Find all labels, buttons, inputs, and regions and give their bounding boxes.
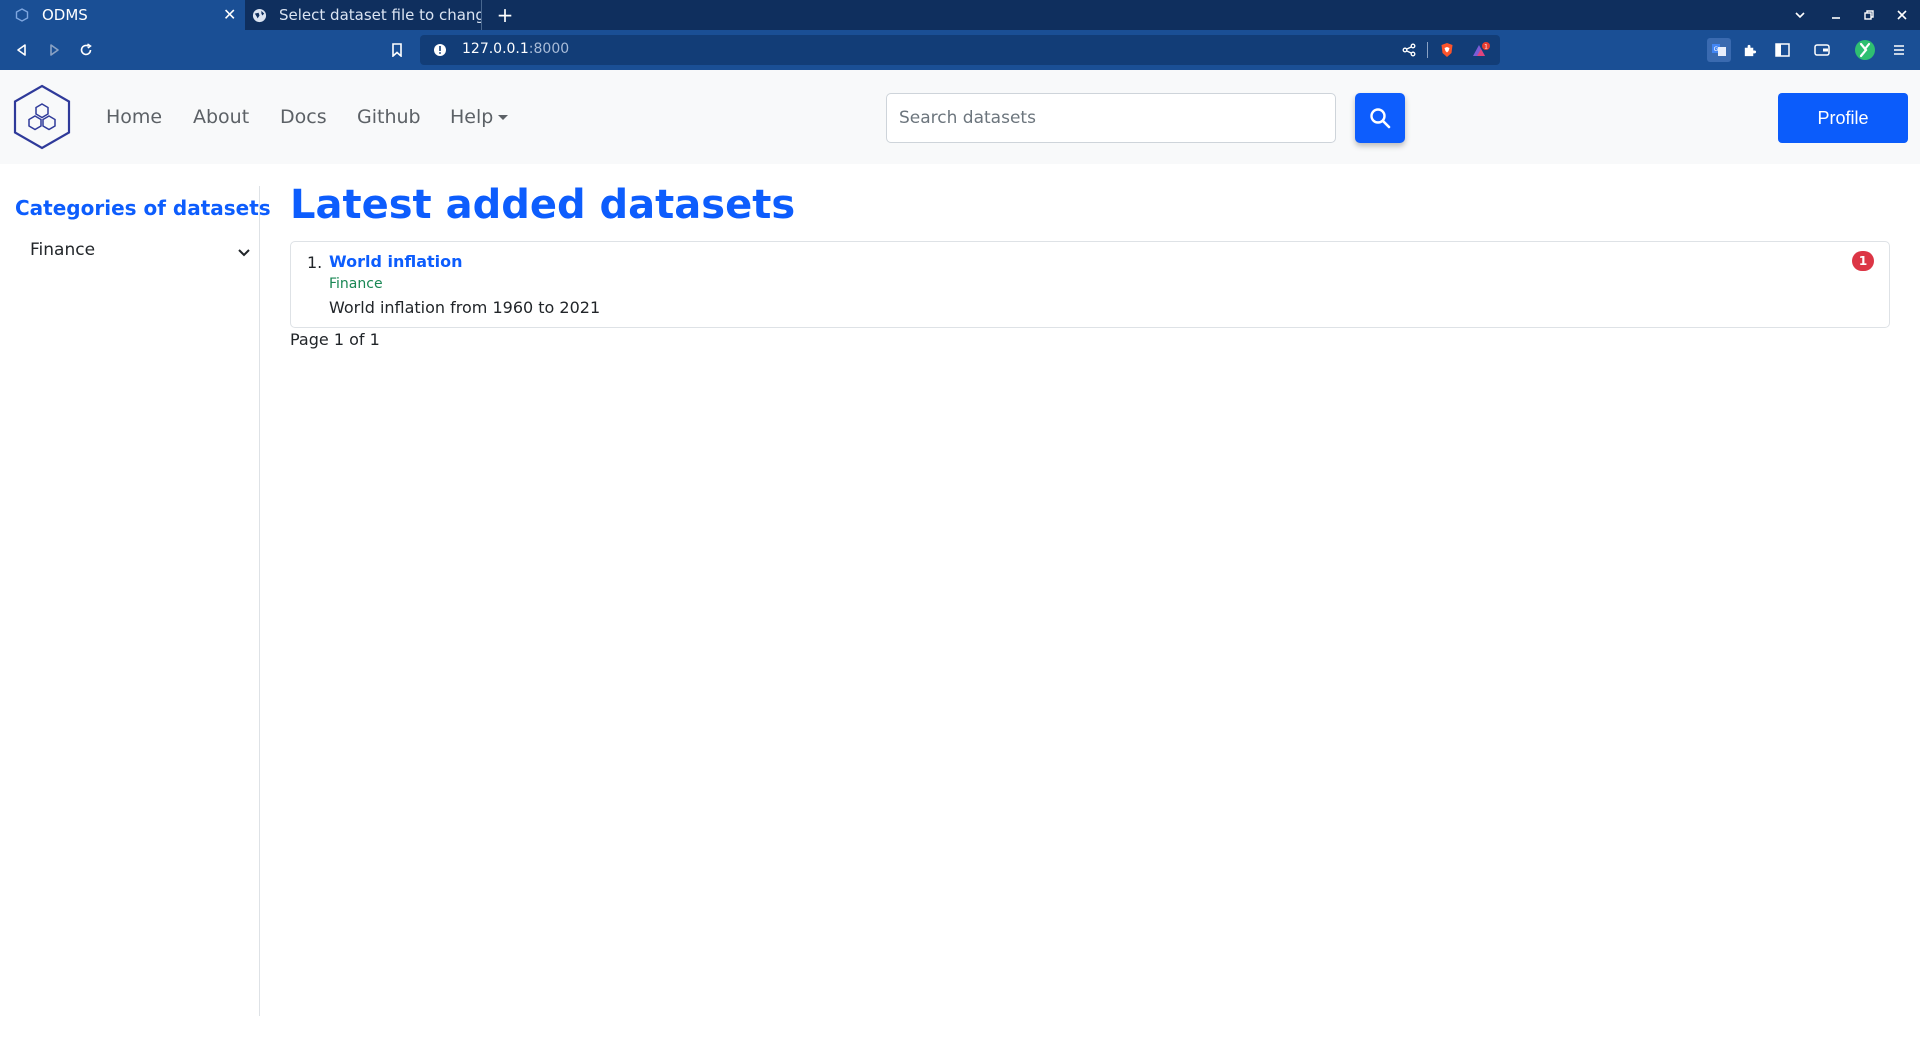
svg-text:1: 1: [1484, 44, 1488, 51]
nav-home-link[interactable]: Home: [106, 106, 162, 128]
nav-about-link[interactable]: About: [193, 106, 249, 128]
brave-shields-icon[interactable]: [1436, 39, 1458, 61]
tab-select-dataset-file[interactable]: Select dataset file to change | D: [245, 0, 482, 30]
translate-icon[interactable]: G: [1707, 38, 1731, 62]
sidebar-title: Categories of datasets: [15, 196, 271, 220]
reload-icon[interactable]: [75, 39, 97, 61]
share-icon[interactable]: [1398, 39, 1420, 61]
site-info-icon[interactable]: [429, 39, 451, 61]
close-window-icon[interactable]: [1886, 0, 1918, 30]
tab-odms[interactable]: ODMS ✕: [0, 0, 245, 30]
nav-github-link[interactable]: Github: [357, 106, 421, 128]
tab-title: ODMS: [42, 6, 88, 24]
back-icon[interactable]: [11, 39, 33, 61]
browser-toolbar: 127.0.0.1:8000 1 G: [0, 30, 1920, 70]
new-tab-button[interactable]: +: [494, 4, 516, 26]
url-port: :8000: [528, 41, 570, 57]
tab-search-chevron-icon[interactable]: [1784, 0, 1816, 30]
page-title: Latest added datasets: [290, 182, 796, 228]
dataset-category: Finance: [329, 276, 383, 292]
url-separator: [1427, 42, 1428, 58]
list-item-number: 1.: [307, 253, 323, 272]
navbar: Home About Docs Github Help Profile: [0, 70, 1920, 164]
dataset-title-link[interactable]: World inflation: [329, 252, 463, 271]
dataset-list: 1. World inflation Finance World inflati…: [290, 241, 1890, 328]
svg-text:G: G: [1714, 46, 1719, 53]
tab-title: Select dataset file to change | D: [279, 6, 481, 24]
sidebar-toggle-icon[interactable]: [1771, 39, 1793, 61]
category-item-finance[interactable]: Finance: [30, 240, 252, 266]
count-badge: 1: [1852, 251, 1874, 271]
brave-rewards-icon[interactable]: 1: [1470, 39, 1492, 61]
bookmark-icon[interactable]: [386, 39, 408, 61]
chevron-down-icon: [238, 249, 250, 257]
nav-help-label: Help: [450, 106, 494, 128]
caret-down-icon: [498, 114, 509, 120]
search-input[interactable]: [886, 93, 1336, 143]
category-label: Finance: [30, 240, 96, 260]
search-button[interactable]: [1355, 93, 1405, 143]
browser-tab-strip: ODMS ✕ Select dataset file to change | D…: [0, 0, 1920, 30]
nav-help-dropdown[interactable]: Help: [450, 106, 509, 128]
restore-icon[interactable]: [1853, 0, 1885, 30]
pagination-info: Page 1 of 1: [290, 330, 380, 349]
profile-button[interactable]: Profile: [1778, 93, 1908, 143]
menu-icon[interactable]: [1888, 39, 1910, 61]
minimize-icon[interactable]: [1820, 0, 1852, 30]
dataset-description: World inflation from 1960 to 2021: [329, 298, 601, 317]
hexagon-icon: [14, 7, 30, 23]
categories-sidebar: Categories of datasets Finance: [0, 186, 271, 1016]
wallet-icon[interactable]: [1811, 39, 1833, 61]
forward-icon[interactable]: [43, 39, 65, 61]
close-tab-icon[interactable]: ✕: [223, 7, 237, 23]
extensions-icon[interactable]: [1738, 39, 1760, 61]
account-avatar-icon[interactable]: [1853, 38, 1877, 62]
address-bar[interactable]: 127.0.0.1:8000 1: [420, 35, 1500, 65]
search-icon: [1370, 108, 1391, 129]
url-host: 127.0.0.1: [462, 41, 529, 57]
globe-icon: [251, 7, 267, 23]
url-text[interactable]: 127.0.0.1:8000: [462, 41, 569, 57]
nav-docs-link[interactable]: Docs: [280, 106, 327, 128]
odms-logo-icon[interactable]: [12, 84, 72, 150]
